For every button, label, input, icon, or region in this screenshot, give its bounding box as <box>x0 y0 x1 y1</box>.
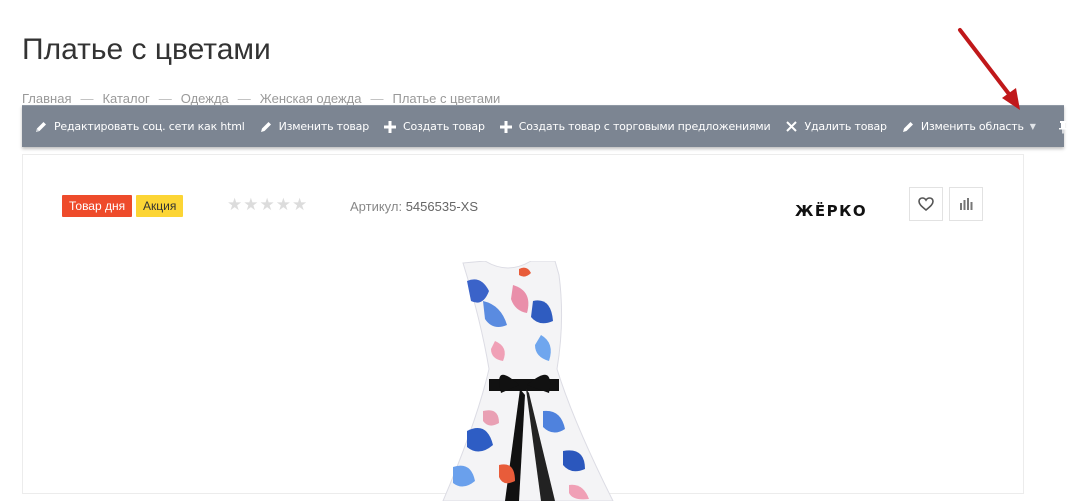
admin-toolbar: Редактировать соц. сети как html Изменит… <box>22 105 1067 147</box>
article-label: Артикул: <box>350 199 403 214</box>
star-icon[interactable]: ★ <box>276 195 291 215</box>
bar-chart-icon <box>959 197 973 211</box>
breadcrumb-separator: — <box>158 91 172 106</box>
add-to-wishlist-button[interactable] <box>909 187 943 221</box>
breadcrumb-item-womens-clothing[interactable]: Женская одежда <box>260 91 362 106</box>
breadcrumb-item-current: Платье с цветами <box>392 91 501 106</box>
star-icon[interactable]: ★ <box>227 195 242 215</box>
breadcrumb-item-catalog[interactable]: Каталог <box>102 91 149 106</box>
delete-product-button[interactable]: Удалить товар <box>784 120 887 134</box>
create-product-offers-label: Создать товар с торговыми предложениями <box>518 120 771 133</box>
breadcrumb: Главная — Каталог — Одежда — Женская оде… <box>22 91 500 106</box>
star-icon[interactable]: ★ <box>243 195 258 215</box>
star-icon[interactable]: ★ <box>292 195 307 215</box>
pencil-icon <box>901 120 915 134</box>
pencil-icon <box>34 120 48 134</box>
breadcrumb-item-clothing[interactable]: Одежда <box>181 91 229 106</box>
brand-logo[interactable]: ЖЁРКО <box>795 202 867 220</box>
pin-icon[interactable] <box>1058 120 1068 134</box>
star-icon[interactable]: ★ <box>260 195 275 215</box>
edit-area-label: Изменить область <box>920 120 1024 133</box>
edit-area-button[interactable]: Изменить область ▼ <box>901 120 1036 134</box>
heart-icon <box>918 197 934 211</box>
create-product-label: Создать товар <box>403 120 485 133</box>
plus-icon <box>499 120 513 134</box>
badge-deal-of-day: Товар дня <box>62 195 133 217</box>
create-product-button[interactable]: Создать товар <box>383 120 485 134</box>
close-icon <box>784 120 798 134</box>
breadcrumb-separator: — <box>80 91 94 106</box>
delete-product-label: Удалить товар <box>804 120 887 133</box>
edit-social-button[interactable]: Редактировать соц. сети как html <box>34 120 245 134</box>
edit-product-label: Изменить товар <box>278 120 370 133</box>
breadcrumb-separator: — <box>370 91 384 106</box>
create-product-offers-button[interactable]: Создать товар с торговыми предложениями <box>499 120 771 134</box>
page-title: Платье с цветами <box>22 33 271 66</box>
article-value: 5456535-XS <box>405 199 478 214</box>
badge-sale: Акция <box>136 195 184 217</box>
product-photo[interactable] <box>423 261 633 501</box>
chevron-down-icon[interactable]: ▼ <box>1030 122 1036 131</box>
breadcrumb-separator: — <box>237 91 251 106</box>
edit-product-button[interactable]: Изменить товар <box>259 120 369 134</box>
compare-button[interactable] <box>949 187 983 221</box>
plus-icon <box>383 120 397 134</box>
annotation-arrow <box>958 28 1020 110</box>
edit-social-label: Редактировать соц. сети как html <box>54 120 245 133</box>
breadcrumb-item-home[interactable]: Главная <box>22 91 71 106</box>
product-card: Товар дня Акция ★ ★ ★ ★ ★ Артикул: 54565… <box>22 154 1024 501</box>
pencil-icon <box>259 120 273 134</box>
rating-stars[interactable]: ★ ★ ★ ★ ★ <box>227 195 307 215</box>
article-number: Артикул: 5456535-XS <box>350 199 478 214</box>
